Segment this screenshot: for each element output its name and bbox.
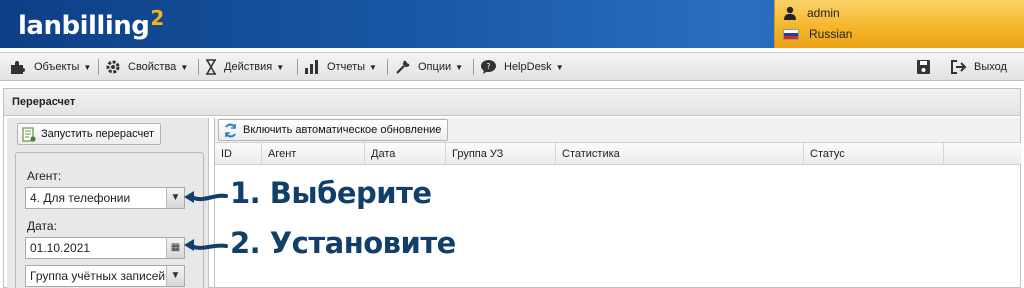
- logout-button[interactable]: Выход: [950, 53, 1007, 81]
- form-fieldset: Агент: 4. Для телефонии ▼ Дата: 01.10.20…: [15, 152, 204, 288]
- column-statistics[interactable]: Статистика: [556, 143, 804, 165]
- grid-toolbar: Включить автоматическое обновление: [215, 118, 1020, 143]
- recalculation-panel: Перерасчет Запустить перерасчет Агент: 4…: [3, 88, 1021, 288]
- column-status[interactable]: Статус: [804, 143, 944, 165]
- column-account-group[interactable]: Группа УЗ: [446, 143, 556, 165]
- floppy-icon: [917, 60, 930, 74]
- panel-title: Перерасчет: [4, 89, 1020, 116]
- main-menu: Объекты ▼ Свойства ▼ Действия ▼ Отчеты ▼ Опц…: [0, 52, 1024, 81]
- language-label: Russian: [809, 27, 853, 41]
- menu-objects[interactable]: Объекты ▼: [9, 53, 91, 81]
- language-selector[interactable]: Russian: [783, 27, 852, 41]
- user-icon: [784, 6, 796, 20]
- logout-icon: [951, 60, 967, 74]
- annotation-step2: 2. Установите: [230, 226, 456, 260]
- menu-options[interactable]: Опции ▼: [395, 53, 463, 81]
- russia-flag-icon: [783, 28, 799, 40]
- date-label: Дата:: [27, 219, 57, 233]
- svg-text:?: ?: [486, 62, 490, 71]
- account-group-select[interactable]: Группа учётных записей ▼: [25, 265, 185, 287]
- column-id[interactable]: ID: [215, 143, 262, 165]
- user-box: admin Russian: [774, 0, 1024, 48]
- recalculation-form: Запустить перерасчет Агент: 4. Для телеф…: [7, 118, 209, 288]
- puzzle-icon: [11, 61, 25, 74]
- app-logo: lanbilling2: [18, 6, 164, 41]
- wrench-icon: [396, 60, 410, 74]
- agent-select[interactable]: 4. Для телефонии ▼: [25, 187, 185, 209]
- hourglass-icon: [206, 59, 216, 75]
- user-info[interactable]: admin: [783, 6, 840, 20]
- document-run-icon: [22, 127, 36, 142]
- menu-properties[interactable]: Свойства ▼: [105, 53, 188, 81]
- column-date[interactable]: Дата: [365, 143, 446, 165]
- agent-label: Агент:: [27, 169, 62, 183]
- run-recalculation-button[interactable]: Запустить перерасчет: [17, 123, 162, 145]
- arrow-to-agent-icon: [188, 193, 228, 202]
- column-agent[interactable]: Агент: [262, 143, 365, 165]
- menu-actions[interactable]: Действия ▼: [205, 53, 284, 81]
- arrow-to-date-icon: [188, 243, 228, 250]
- menu-reports[interactable]: Отчеты ▼: [304, 53, 377, 81]
- date-field[interactable]: 01.10.2021 ▦: [25, 237, 185, 259]
- grid-header: ID Агент Дата Группа УЗ Статистика Стату…: [215, 143, 1021, 165]
- user-name: admin: [807, 6, 840, 20]
- menu-helpdesk[interactable]: ? HelpDesk ▼: [480, 53, 564, 81]
- save-button[interactable]: [916, 53, 931, 81]
- speech-bubble-icon: ?: [481, 60, 496, 74]
- annotation-step1: 1. Выберите: [230, 176, 432, 210]
- annotation-arrows: [184, 191, 228, 251]
- bar-chart-icon: [305, 60, 318, 74]
- chevron-down-icon[interactable]: ▼: [166, 266, 184, 286]
- app-header: lanbilling2 admin Russian: [0, 0, 1024, 48]
- auto-refresh-button[interactable]: Включить автоматическое обновление: [218, 119, 449, 141]
- refresh-icon: [225, 123, 236, 137]
- gear-icon: [106, 60, 120, 74]
